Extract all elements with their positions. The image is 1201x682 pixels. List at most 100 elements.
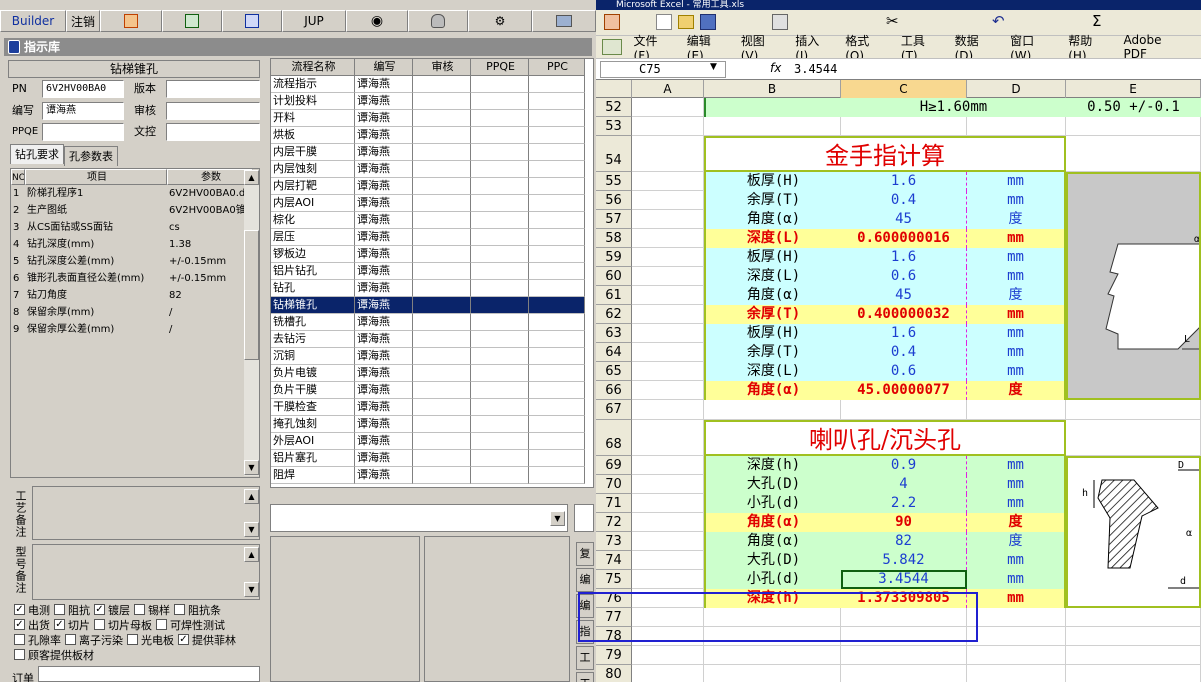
flow-row[interactable]: 沉铜 谭海燕 (271, 348, 593, 365)
block1-label[interactable]: 角度(α) (704, 381, 841, 400)
side-button[interactable]: 编 (576, 568, 594, 592)
block1-unit[interactable]: mm (967, 267, 1066, 286)
option-checkbox[interactable]: 顾客提供板材 (14, 647, 94, 662)
option-checkbox[interactable]: 锡样 (134, 602, 170, 617)
row-header[interactable]: 71 (596, 494, 632, 513)
param-value[interactable]: 6V2HV00BA0锥口 (167, 203, 251, 219)
block2-value[interactable]: 5.842 (841, 551, 967, 570)
block1-label[interactable]: 板厚(H) (704, 172, 841, 191)
flow-row[interactable]: 阻焊 谭海燕 (271, 467, 593, 484)
row-header[interactable]: 65 (596, 362, 632, 381)
export-word-button[interactable] (222, 10, 282, 32)
row-header[interactable]: 52 (596, 98, 632, 117)
param-value[interactable]: 1.38 (167, 237, 251, 253)
block1-unit[interactable]: mm (967, 172, 1066, 191)
flow-row[interactable]: 钻孔 谭海燕 (271, 280, 593, 297)
block2-label[interactable]: 小孔(d) (704, 570, 841, 589)
block2-unit[interactable]: mm (967, 494, 1066, 513)
check-icon[interactable]: ✓ (94, 604, 105, 615)
database-button[interactable] (408, 10, 468, 32)
param-value[interactable]: +/-0.15mm (167, 271, 251, 287)
block2-value[interactable]: 3.4544 (841, 570, 967, 589)
flow-row[interactable]: 铝片塞孔 谭海燕 (271, 450, 593, 467)
editor-field[interactable]: 谭海燕 (42, 102, 124, 120)
block2-label[interactable]: 大孔(D) (704, 475, 841, 494)
block2-unit[interactable]: mm (967, 589, 1066, 608)
flow-row[interactable]: 内层蚀刻 谭海燕 (271, 161, 593, 178)
block2-unit[interactable]: 度 (967, 513, 1066, 532)
check-icon[interactable]: ✓ (14, 604, 25, 615)
undo-icon[interactable]: ↶ (992, 12, 1005, 30)
row-header[interactable]: 79 (596, 646, 632, 665)
block2-unit[interactable]: mm (967, 456, 1066, 475)
block1-label[interactable]: 板厚(H) (704, 324, 841, 343)
block1-label[interactable]: 深度(L) (704, 229, 841, 248)
flow-row[interactable]: 铣槽孔 谭海燕 (271, 314, 593, 331)
flow-row[interactable]: 干膜检查 谭海燕 (271, 399, 593, 416)
col-header-a[interactable]: A (632, 80, 704, 98)
print-icon[interactable] (772, 14, 788, 30)
block1-unit[interactable]: 度 (967, 286, 1066, 305)
flow-col-ppc[interactable]: PPC (529, 59, 585, 76)
row-header[interactable]: 57 (596, 210, 632, 229)
block1-unit[interactable]: 度 (967, 210, 1066, 229)
row-header[interactable]: 62 (596, 305, 632, 324)
row-header[interactable]: 73 (596, 532, 632, 551)
col-header-d[interactable]: D (967, 80, 1066, 98)
menu-adobe-pdf[interactable]: Adobe PDF (1124, 33, 1188, 61)
flow-row[interactable]: 内层打靶 谭海燕 (271, 178, 593, 195)
scroll-up-icon[interactable]: ▲ (244, 170, 259, 185)
row-header[interactable]: 80 (596, 665, 632, 682)
export-excel-button[interactable] (162, 10, 222, 32)
block1-unit[interactable]: mm (967, 362, 1066, 381)
flow-row[interactable]: 负片干膜 谭海燕 (271, 382, 593, 399)
flow-row[interactable]: 烘板 谭海燕 (271, 127, 593, 144)
scroll-down-icon[interactable]: ▼ (244, 582, 259, 597)
scroll-down-icon[interactable]: ▼ (244, 522, 259, 537)
flow-row[interactable]: 负片电镀 谭海燕 (271, 365, 593, 382)
flow-row[interactable]: 流程指示 谭海燕 (271, 76, 593, 93)
new-icon[interactable] (656, 14, 672, 30)
block2-value[interactable]: 0.9 (841, 456, 967, 475)
row-header[interactable]: 67 (596, 400, 632, 420)
option-checkbox[interactable]: 切片母板 (94, 617, 152, 632)
option-checkbox[interactable]: ✓ 电测 (14, 602, 50, 617)
param-row[interactable]: 2 生产图纸 6V2HV00BA0锥口 (11, 203, 259, 220)
flow-row[interactable]: 掩孔蚀刻 谭海燕 (271, 416, 593, 433)
block1-value[interactable]: 0.600000016 (841, 229, 967, 248)
cell-e52[interactable]: 0.50 +/-0.1 (1066, 98, 1201, 117)
flow-row[interactable]: 锣板边 谭海燕 (271, 246, 593, 263)
doc-control-field[interactable] (166, 123, 260, 141)
block2-value[interactable]: 2.2 (841, 494, 967, 513)
monitor-button[interactable] (532, 10, 596, 32)
block1-unit[interactable]: mm (967, 248, 1066, 267)
param-value[interactable]: / (167, 305, 251, 321)
flow-combo-2[interactable] (574, 504, 594, 532)
col-header-e[interactable]: E (1066, 80, 1201, 98)
flow-row[interactable]: 层压 谭海燕 (271, 229, 593, 246)
flow-row[interactable]: 内层AOI 谭海燕 (271, 195, 593, 212)
block1-label[interactable]: 深度(L) (704, 362, 841, 381)
row-header[interactable]: 69 (596, 456, 632, 475)
block1-value[interactable]: 0.4 (841, 343, 967, 362)
block1-value[interactable]: 1.6 (841, 172, 967, 191)
block1-unit[interactable]: mm (967, 305, 1066, 324)
option-checkbox[interactable]: ✓ 出货 (14, 617, 50, 632)
block2-unit[interactable]: mm (967, 551, 1066, 570)
cut-icon[interactable]: ✂ (886, 12, 899, 30)
block2-value[interactable]: 82 (841, 532, 967, 551)
option-checkbox[interactable]: 阻抗条 (174, 602, 221, 617)
block1-label[interactable]: 余厚(T) (704, 191, 841, 210)
jup-button[interactable]: JUP (282, 10, 346, 32)
checkbox-empty[interactable] (127, 634, 138, 645)
scroll-up-icon[interactable]: ▲ (244, 489, 259, 504)
flow-row[interactable]: 铝片钻孔 谭海燕 (271, 263, 593, 280)
pdf-icon[interactable] (604, 14, 620, 30)
block1-value[interactable]: 0.6 (841, 267, 967, 286)
checkbox-empty[interactable] (54, 604, 65, 615)
block2-label[interactable]: 角度(α) (704, 532, 841, 551)
block2-unit[interactable]: mm (967, 475, 1066, 494)
param-row[interactable]: 3 从CS面钻或SS面钻 cs (11, 220, 259, 237)
flow-row[interactable]: 计划投料 谭海燕 (271, 93, 593, 110)
block1-value[interactable]: 45.00000077 (841, 381, 967, 400)
